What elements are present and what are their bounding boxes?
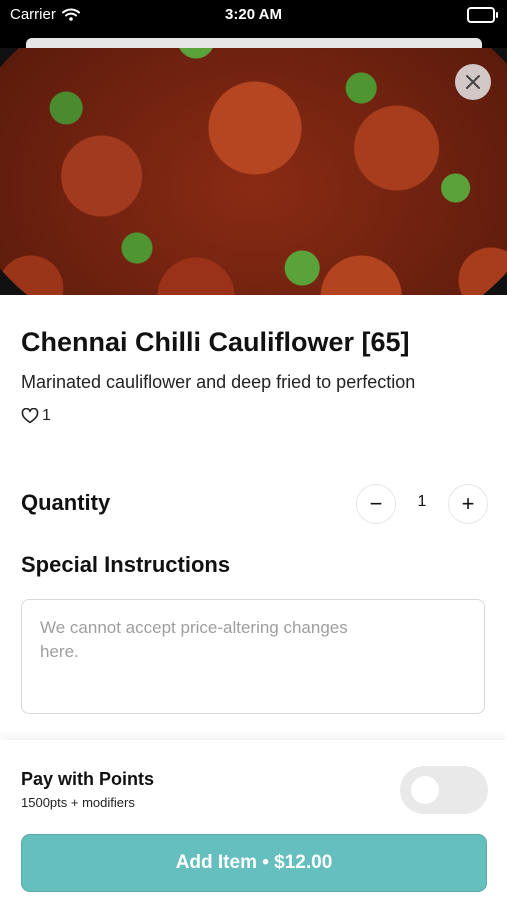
likes-count: 1 xyxy=(42,407,51,424)
status-time: 3:20 AM xyxy=(225,6,282,23)
toggle-knob xyxy=(411,776,439,804)
item-details: Chennai Chilli Cauliflower [65] Marinate… xyxy=(0,295,507,740)
close-icon xyxy=(466,75,480,89)
quantity-value: 1 xyxy=(417,493,427,510)
minus-icon: − xyxy=(369,491,383,516)
quantity-label: Quantity xyxy=(21,490,111,515)
sheet-edge xyxy=(26,38,482,48)
food-image xyxy=(0,48,507,295)
special-instructions-label: Special Instructions xyxy=(21,552,231,577)
close-button[interactable] xyxy=(455,64,491,100)
decrease-quantity-button[interactable]: − xyxy=(356,484,396,524)
quantity-stepper: − 1 + xyxy=(356,484,488,524)
special-instructions-placeholder: We cannot accept price-altering changes … xyxy=(40,618,348,661)
increase-quantity-button[interactable]: + xyxy=(448,484,488,524)
pay-with-points-toggle[interactable] xyxy=(400,766,488,814)
checkout-panel: Pay with Points 1500pts + modifiers Add … xyxy=(0,740,507,900)
add-item-button[interactable]: Add Item • $12.00 xyxy=(21,834,487,892)
plus-icon: + xyxy=(461,491,475,516)
item-title: Chennai Chilli Cauliflower [65] xyxy=(21,327,410,357)
points-cost: 1500pts + modifiers xyxy=(21,795,135,810)
status-bar: Carrier 3:20 AM xyxy=(0,0,507,30)
battery-icon xyxy=(467,7,498,23)
item-description: Marinated cauliflower and deep fried to … xyxy=(21,372,416,392)
special-instructions-input[interactable]: We cannot accept price-altering changes … xyxy=(21,599,485,714)
heart-icon[interactable] xyxy=(21,408,39,424)
item-photo xyxy=(0,48,507,295)
pay-with-points-label: Pay with Points xyxy=(21,769,155,789)
likes[interactable]: 1 xyxy=(21,407,51,425)
